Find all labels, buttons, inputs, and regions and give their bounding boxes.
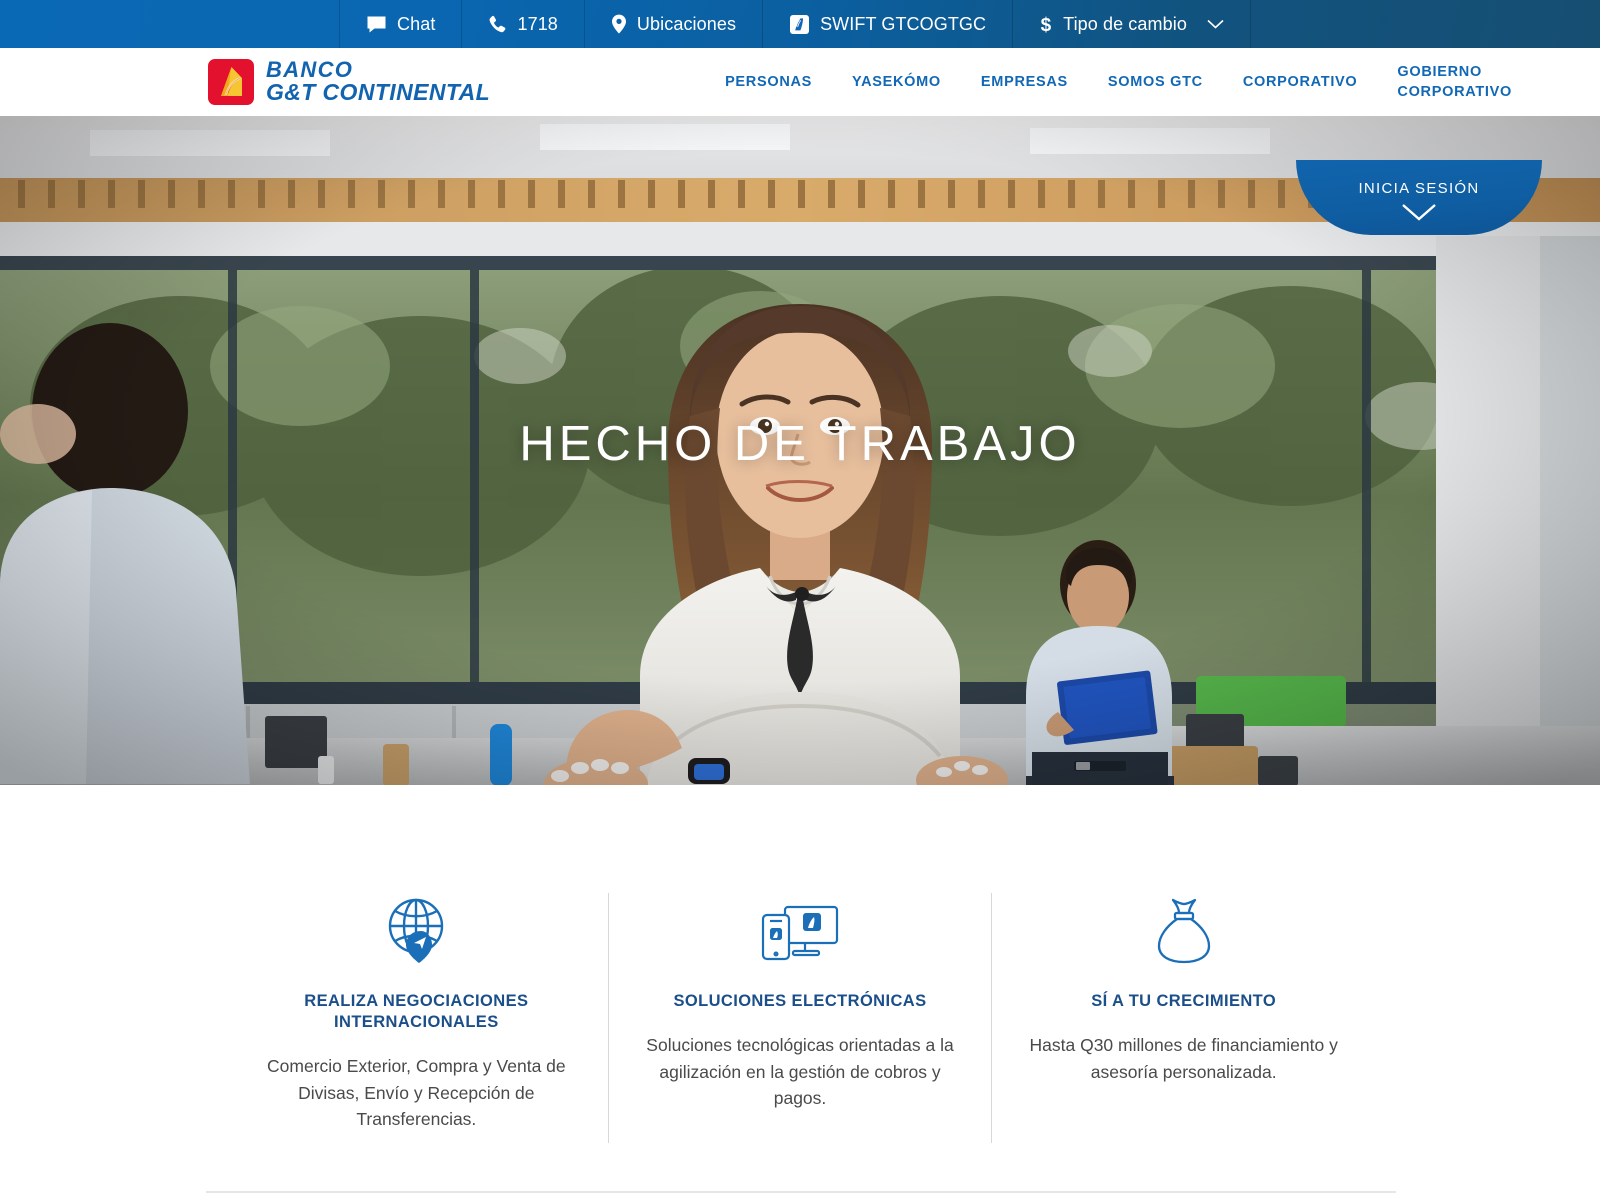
login-button[interactable]: INICIA SESIÓN (1296, 160, 1542, 235)
nav-item-personas[interactable]: PERSONAS (705, 72, 832, 92)
top-utility-bar: Chat 1718 Ubicaciones SWIFT GTCOGTGC $ T… (0, 0, 1600, 48)
topbar-item-ubicaciones[interactable]: Ubicaciones (583, 0, 762, 48)
feature-description: Soluciones tecnológicas orientadas a la … (646, 1035, 954, 1109)
section-divider (206, 1191, 1396, 1193)
feature-title: SÍ A TU CRECIMIENTO (1091, 992, 1277, 1010)
nav-item-empresas[interactable]: EMPRESAS (961, 72, 1088, 92)
feature-card-internacionales: REALIZA NEGOCIACIONES INTERNACIONALES Co… (225, 893, 608, 1143)
topbar-item-label: Tipo de cambio (1063, 14, 1187, 34)
topbar-item-swift[interactable]: SWIFT GTCOGTGC (762, 0, 1012, 48)
brand-logo-line1: BANCO (266, 57, 354, 83)
topbar-item-label: 1718 (517, 14, 558, 34)
nav-item-gobierno-corporativo[interactable]: GOBIERNO CORPORATIVO (1377, 62, 1511, 102)
topbar-item-label: Chat (397, 14, 436, 34)
feature-card-soluciones-electronicas: SOLUCIONES ELECTRÓNICAS Soluciones tecno… (607, 893, 992, 1143)
location-pin-icon (611, 14, 627, 34)
chat-icon (366, 15, 387, 34)
money-bag-icon (1026, 893, 1341, 965)
nav-item-yasekomo[interactable]: YASEKÓMO (832, 72, 961, 92)
nav-item-corporativo[interactable]: CORPORATIVO (1223, 72, 1378, 92)
brand-logo-line2: G&T CONTINENTAL (266, 79, 491, 106)
chevron-down-icon (1207, 19, 1224, 30)
topbar-item-phone[interactable]: 1718 (461, 0, 583, 48)
site-header: BANCO G&T CONTINENTAL PERSONAS YASEKÓMO … (0, 48, 1600, 235)
logo-mark-icon (208, 59, 254, 105)
brand-logo[interactable]: BANCO G&T CONTINENTAL (208, 57, 491, 106)
feature-card-crecimiento: SÍ A TU CRECIMIENTO Hasta Q30 millones d… (991, 893, 1375, 1143)
topbar-item-label: Ubicaciones (636, 14, 737, 34)
features-grid: REALIZA NEGOCIACIONES INTERNACIONALES Co… (225, 893, 1375, 1143)
feature-title: REALIZA NEGOCIACIONES INTERNACIONALES (304, 992, 529, 1032)
features-section: REALIZA NEGOCIACIONES INTERNACIONALES Co… (0, 785, 1600, 1143)
globe-pin-icon (259, 893, 574, 965)
main-navigation: PERSONAS YASEKÓMO EMPRESAS SOMOS GTC COR… (705, 62, 1511, 102)
feature-title: SOLUCIONES ELECTRÓNICAS (673, 992, 927, 1010)
chevron-down-icon (1401, 203, 1437, 227)
dollar-sign-icon: $ (1039, 14, 1053, 35)
feature-description: Comercio Exterior, Compra y Venta de Div… (267, 1056, 566, 1130)
svg-text:$: $ (1041, 15, 1052, 35)
topbar-item-chat[interactable]: Chat (339, 0, 461, 48)
login-button-label: INICIA SESIÓN (1358, 180, 1480, 197)
top-utility-bar-items: Chat 1718 Ubicaciones SWIFT GTCOGTGC $ T… (339, 0, 1251, 48)
brand-logo-type: BANCO G&T CONTINENTAL (266, 57, 491, 106)
nav-item-somos-gtc[interactable]: SOMOS GTC (1088, 72, 1223, 92)
monitor-phone-icon (643, 893, 958, 965)
swift-badge-icon (789, 14, 810, 35)
topbar-item-tipo-de-cambio[interactable]: $ Tipo de cambio (1012, 0, 1251, 48)
topbar-item-label: SWIFT GTCOGTGC (820, 14, 987, 34)
feature-description: Hasta Q30 millones de financiamiento y a… (1029, 1035, 1338, 1082)
phone-icon (488, 15, 507, 34)
